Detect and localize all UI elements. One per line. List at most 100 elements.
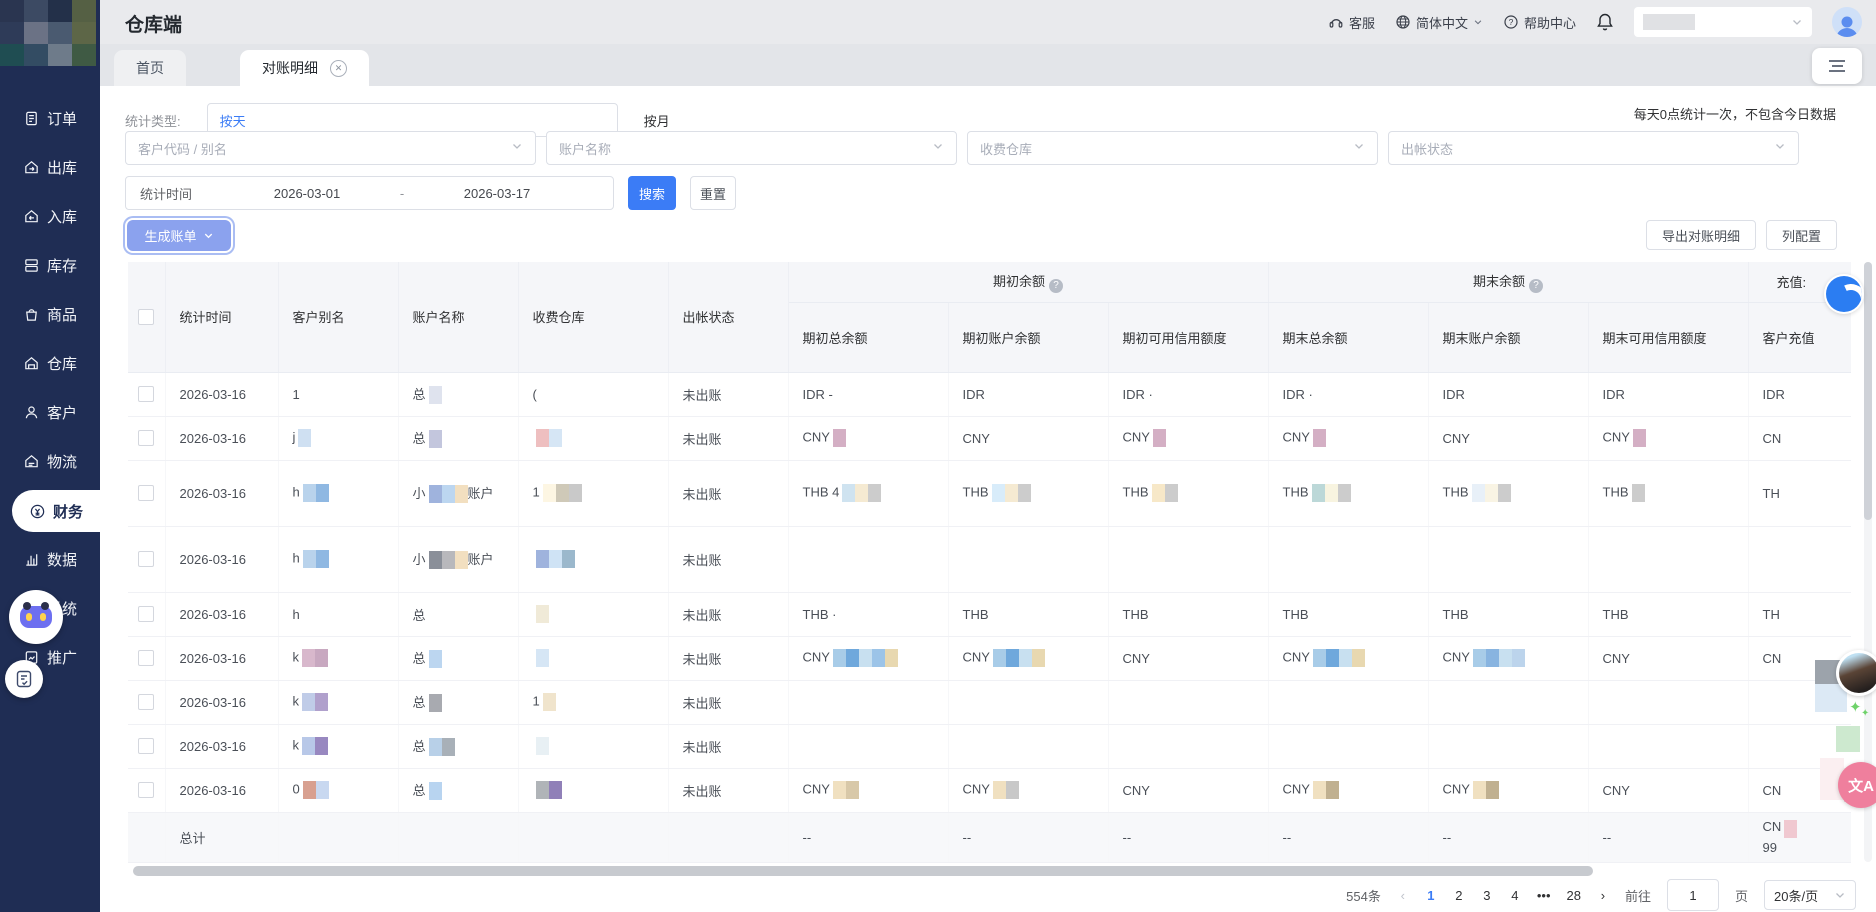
amount-text: CN — [1763, 431, 1782, 446]
collapse-menu-button[interactable] — [1812, 48, 1862, 84]
balance-amount-cell — [948, 724, 1108, 768]
vertical-scrollbar-thumb[interactable] — [1864, 262, 1872, 520]
redacted-block — [562, 550, 575, 568]
row-checkbox[interactable] — [138, 551, 154, 567]
date-range-picker[interactable]: 统计时间 2026-03-01 - 2026-03-17 — [125, 176, 614, 210]
row-checkbox[interactable] — [138, 430, 154, 446]
amount-text: CNY — [1443, 781, 1470, 796]
group-header-label: 充值: — [1777, 275, 1807, 290]
table-row: 2026-03-16k总未出账CNYCNYCNYCNYCNYCNYCN — [128, 636, 1851, 680]
bell-icon[interactable] — [1596, 12, 1614, 32]
column-header: 客户别名 — [278, 262, 398, 372]
assistant-robot-widget[interactable] — [9, 590, 63, 644]
row-select-cell — [128, 372, 165, 416]
export-reconciliation-button[interactable]: 导出对账明细 — [1646, 220, 1756, 250]
redacted-mosaic — [1313, 781, 1339, 799]
column-header: 收费仓库 — [518, 262, 668, 372]
sidebar-item-customers[interactable]: 客户 — [0, 388, 100, 437]
reset-button[interactable]: 重置 — [690, 176, 736, 210]
amount-text: CNY — [963, 781, 990, 796]
sidebar-item-orders[interactable]: 订单 — [0, 94, 100, 143]
tab-reconciliation-detail[interactable]: 对账明细✕ — [240, 50, 369, 86]
prev-page-button[interactable]: ‹ — [1397, 888, 1409, 903]
charge-warehouse-cell — [518, 768, 668, 812]
page-number-1[interactable]: 1 — [1425, 888, 1437, 903]
redacted-mosaic — [429, 551, 468, 569]
help-center-link[interactable]: ? 帮助中心 — [1503, 13, 1576, 32]
translate-widget[interactable]: 文A — [1838, 762, 1876, 808]
workspace-select[interactable] — [1634, 7, 1812, 37]
redacted-mosaic — [303, 550, 329, 568]
amount-text: CNY — [1603, 429, 1630, 444]
person-icon — [1834, 13, 1860, 37]
sidebar-item-finance[interactable]: 财务 — [12, 490, 100, 532]
generate-bill-button[interactable]: 生成账单 — [125, 218, 233, 253]
svg-text:?: ? — [1509, 17, 1514, 27]
inventory-icon — [23, 257, 40, 274]
sidebar-item-warehouse[interactable]: 仓库 — [0, 339, 100, 388]
balance-amount-cell: THB 4 — [788, 460, 948, 526]
customer-code-alias-select[interactable]: 客户代码 / 别名 — [125, 131, 536, 165]
account-name-select[interactable]: 账户名称 — [546, 131, 957, 165]
amount-text: THB · — [803, 607, 837, 622]
stat-date-cell: 2026-03-16 — [165, 416, 278, 460]
redacted-block — [442, 485, 455, 503]
chat-widget[interactable] — [1824, 274, 1864, 314]
row-checkbox[interactable] — [138, 386, 154, 402]
tab-home[interactable]: 首页 — [114, 50, 186, 86]
next-page-button[interactable]: › — [1597, 888, 1609, 903]
charge-warehouse-select[interactable]: 收费仓库 — [967, 131, 1378, 165]
feedback-form-widget[interactable] — [5, 660, 43, 698]
charge-warehouse-cell-text: 1 — [533, 693, 540, 708]
help-icon[interactable]: ? — [1049, 279, 1063, 293]
row-select-cell — [128, 680, 165, 724]
customer-service-link[interactable]: 客服 — [1328, 13, 1375, 32]
redacted-block — [1313, 781, 1326, 799]
close-icon[interactable]: ✕ — [330, 60, 347, 77]
row-checkbox[interactable] — [138, 485, 154, 501]
page-size-select[interactable]: 20条/页 — [1764, 880, 1856, 910]
search-button[interactable]: 搜索 — [628, 176, 676, 210]
stat-date-cell: 2026-03-16 — [165, 372, 278, 416]
row-checkbox[interactable] — [138, 694, 154, 710]
column-config-button[interactable]: 列配置 — [1766, 220, 1837, 250]
date-to-value[interactable]: 2026-03-17 — [422, 186, 572, 201]
amount-text: CNY — [1123, 783, 1150, 798]
sidebar-item-products[interactable]: 商品 — [0, 290, 100, 339]
row-checkbox[interactable] — [138, 606, 154, 622]
user-avatar[interactable] — [1832, 7, 1862, 37]
sidebar-item-logistics[interactable]: 物流 — [0, 437, 100, 486]
select-all-checkbox[interactable] — [138, 309, 154, 325]
sidebar-item-label: 财务 — [53, 501, 83, 522]
page-number-4[interactable]: 4 — [1509, 888, 1521, 903]
row-checkbox[interactable] — [138, 650, 154, 666]
row-checkbox[interactable] — [138, 738, 154, 754]
logo-pixel — [24, 22, 48, 44]
goto-label: 前往 — [1625, 886, 1651, 905]
page-number-28[interactable]: 28 — [1567, 888, 1581, 903]
logo-pixel — [72, 22, 96, 44]
redacted-mosaic — [536, 649, 549, 667]
redacted-block — [536, 550, 549, 568]
billing-status-select[interactable]: 出帐状态 — [1388, 131, 1799, 165]
sidebar-item-outbound[interactable]: 出库 — [0, 143, 100, 192]
page-number-2[interactable]: 2 — [1453, 888, 1465, 903]
products-icon — [23, 306, 40, 323]
language-switcher[interactable]: 简体中文 — [1395, 13, 1483, 32]
sidebar-item-data[interactable]: 数据 — [0, 535, 100, 584]
chevron-down-icon — [1473, 17, 1483, 27]
horizontal-scrollbar[interactable] — [133, 866, 1593, 876]
stat-type-option-month[interactable]: 按月 — [644, 111, 670, 130]
redacted-block — [1339, 649, 1352, 667]
page-number-input[interactable] — [1667, 879, 1719, 911]
page-ellipsis[interactable]: ••• — [1537, 888, 1551, 903]
profile-float-widget[interactable] — [1836, 650, 1876, 696]
sidebar-item-inventory[interactable]: 库存 — [0, 241, 100, 290]
row-checkbox[interactable] — [138, 782, 154, 798]
header-group-row: 统计时间客户别名账户名称收费仓库出帐状态期初余额?期末余额?充值: — [128, 262, 1851, 302]
sidebar-item-inbound[interactable]: 入库 — [0, 192, 100, 241]
date-from-value[interactable]: 2026-03-01 — [232, 186, 382, 201]
page-number-3[interactable]: 3 — [1481, 888, 1493, 903]
column-header: 统计时间 — [165, 262, 278, 372]
help-icon[interactable]: ? — [1529, 279, 1543, 293]
